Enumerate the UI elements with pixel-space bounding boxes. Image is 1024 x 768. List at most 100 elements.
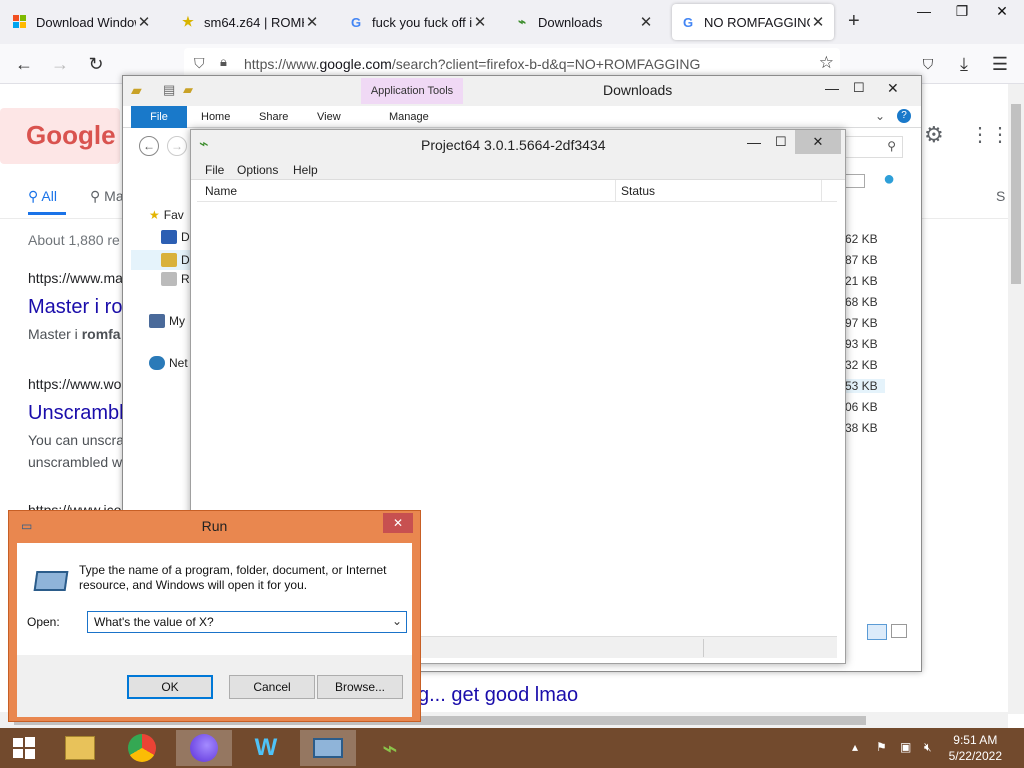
volume-muted-icon[interactable]: 🔇︎ <box>924 740 932 755</box>
forward-icon[interactable]: → <box>167 136 187 156</box>
file-sizes-column: 62 KB 87 KB 21 KB 68 KB 97 KB 93 KB 32 K… <box>845 168 919 668</box>
cancel-button[interactable]: Cancel <box>229 675 315 699</box>
windows-icon <box>12 14 28 30</box>
result-url[interactable]: https://www.mas <box>28 270 130 286</box>
google-icon: G <box>350 14 362 30</box>
nav-recent[interactable]: R <box>161 272 190 286</box>
ribbon-tab-home[interactable]: Home <box>193 106 238 128</box>
properties-icon[interactable]: ▤ <box>163 82 175 98</box>
result-title[interactable]: Master i ro <box>28 296 122 319</box>
chevron-up-icon[interactable]: ▴ <box>852 740 858 754</box>
close-icon[interactable]: ✕ <box>472 13 488 31</box>
close-icon[interactable]: ✕ <box>136 13 152 31</box>
column-divider[interactable] <box>821 180 822 202</box>
vertical-scrollbar[interactable] <box>1008 84 1024 714</box>
close-icon[interactable]: ✕ <box>304 13 320 31</box>
column-header-status[interactable]: Status <box>621 184 655 198</box>
file-size: 32 KB <box>845 358 878 372</box>
nav-label: My <box>169 314 185 328</box>
open-input[interactable]: What's the value of X? ⌄ <box>87 611 407 633</box>
menu-icon[interactable]: ☰ <box>988 52 1012 76</box>
ribbon-tab-file[interactable]: File <box>131 106 187 128</box>
action-center-icon[interactable]: ⚑ <box>876 740 887 754</box>
new-folder-icon[interactable]: ▰ <box>183 82 193 98</box>
lock-icon[interactable]: 🔒︎ <box>220 54 227 70</box>
settings-gear-icon[interactable]: ⚙ <box>924 122 944 148</box>
url-text[interactable]: https://www.google.com/search?client=fir… <box>244 56 700 72</box>
menu-help[interactable]: Help <box>293 163 318 177</box>
file-size: 53 KB <box>845 379 885 393</box>
project64-taskbar-icon[interactable]: ⌁ <box>362 730 418 766</box>
file-explorer-taskbar-icon[interactable] <box>52 730 108 766</box>
map-pin-icon: ⚲ <box>90 188 101 204</box>
tab-all[interactable]: ⚲ All <box>28 188 57 205</box>
run-dialog: ▭ Run ✕ Type the name of a program, fold… <box>8 510 421 722</box>
minimize-button[interactable]: — <box>906 0 942 24</box>
close-button[interactable]: ✕ <box>795 130 841 154</box>
app-taskbar-icon[interactable]: W <box>238 730 294 766</box>
pocket-icon[interactable]: ⛉ <box>916 52 940 76</box>
firefox-taskbar-icon[interactable] <box>176 730 232 766</box>
nav-desktop[interactable]: D <box>161 230 190 244</box>
nav-downloads[interactable]: D <box>131 250 191 270</box>
forward-button[interactable]: → <box>48 52 72 76</box>
large-icons-view-icon[interactable] <box>891 624 907 638</box>
tab-google-search-1[interactable]: G fuck you fuck off im ✕ <box>340 4 496 40</box>
apps-grid-icon[interactable]: ⋮⋮ <box>970 122 1008 147</box>
start-button[interactable] <box>0 730 48 766</box>
google-logo-text: Google <box>26 120 116 150</box>
tab-maps[interactable]: ⚲ Ma <box>90 188 124 205</box>
tab-downloads[interactable]: ⌁ Downloads ✕ <box>506 4 662 40</box>
ribbon-tab-share[interactable]: Share <box>251 106 296 128</box>
browse-button[interactable]: Browse... <box>317 675 403 699</box>
search-icon: ⚲ <box>28 188 39 204</box>
tab-right[interactable]: S <box>996 188 1005 204</box>
file-size: 62 KB <box>845 232 878 246</box>
result-title[interactable]: g... get good lmao <box>418 684 578 707</box>
rom-list-header: Name Status <box>197 180 837 202</box>
menu-file[interactable]: File <box>205 163 224 177</box>
new-tab-button[interactable]: + <box>848 10 860 33</box>
bookmark-star-icon[interactable]: ☆ <box>819 53 834 73</box>
network-icon[interactable]: ▣ <box>900 740 911 754</box>
back-icon[interactable]: ← <box>139 136 159 156</box>
close-button[interactable]: ✕ <box>383 513 413 533</box>
result-url[interactable]: https://www.wor <box>28 376 126 392</box>
run-taskbar-icon[interactable] <box>300 730 356 766</box>
ribbon-tab-view[interactable]: View <box>309 106 349 128</box>
help-icon[interactable]: ? <box>897 109 911 123</box>
nav-my-computer[interactable]: My <box>149 314 185 328</box>
chevron-down-icon[interactable]: ⌄ <box>875 109 885 123</box>
result-title[interactable]: Unscrambl <box>28 402 124 425</box>
nav-favorites[interactable]: ★ Fav <box>149 208 184 222</box>
close-icon[interactable]: ✕ <box>638 13 654 31</box>
chrome-taskbar-icon[interactable] <box>114 730 170 766</box>
back-button[interactable]: ← <box>12 52 36 76</box>
details-view-icon[interactable] <box>867 624 887 640</box>
nav-network[interactable]: Net <box>149 356 188 370</box>
close-icon[interactable]: ✕ <box>810 13 826 31</box>
column-header-name[interactable]: Name <box>205 184 237 198</box>
maximize-button[interactable]: ❐ <box>944 0 980 24</box>
scrollbar-thumb[interactable] <box>1011 104 1021 284</box>
ribbon-tab-manage[interactable]: Manage <box>381 106 437 128</box>
column-divider[interactable] <box>615 180 616 202</box>
ok-button[interactable]: OK <box>127 675 213 699</box>
tab-download-windows[interactable]: Download Windows ✕ <box>4 4 160 40</box>
maximize-button[interactable]: ☐ <box>775 134 787 150</box>
chevron-down-icon[interactable]: ⌄ <box>392 614 402 628</box>
search-box[interactable]: ⚲ <box>843 136 903 158</box>
google-doodle[interactable]: Google <box>0 108 120 164</box>
reload-button[interactable]: ↻ <box>84 52 108 76</box>
tab-no-romfagging[interactable]: G NO ROMFAGGING - ✕ <box>672 4 834 40</box>
close-window-button[interactable]: ✕ <box>984 0 1020 24</box>
tab-romhack[interactable]: ★ sm64.z64 | ROMHAC ✕ <box>172 4 328 40</box>
minimize-button[interactable]: — <box>825 80 839 96</box>
downloads-icon[interactable]: ⤓ <box>952 52 976 76</box>
clock[interactable]: 9:51 AM 5/22/2022 <box>949 732 1002 764</box>
minimize-button[interactable]: — <box>747 134 761 150</box>
menu-options[interactable]: Options <box>237 163 278 177</box>
tracking-shield-icon[interactable]: ⛉ <box>194 55 205 72</box>
maximize-button[interactable]: ☐ <box>853 80 865 96</box>
close-button[interactable]: ✕ <box>887 80 899 97</box>
